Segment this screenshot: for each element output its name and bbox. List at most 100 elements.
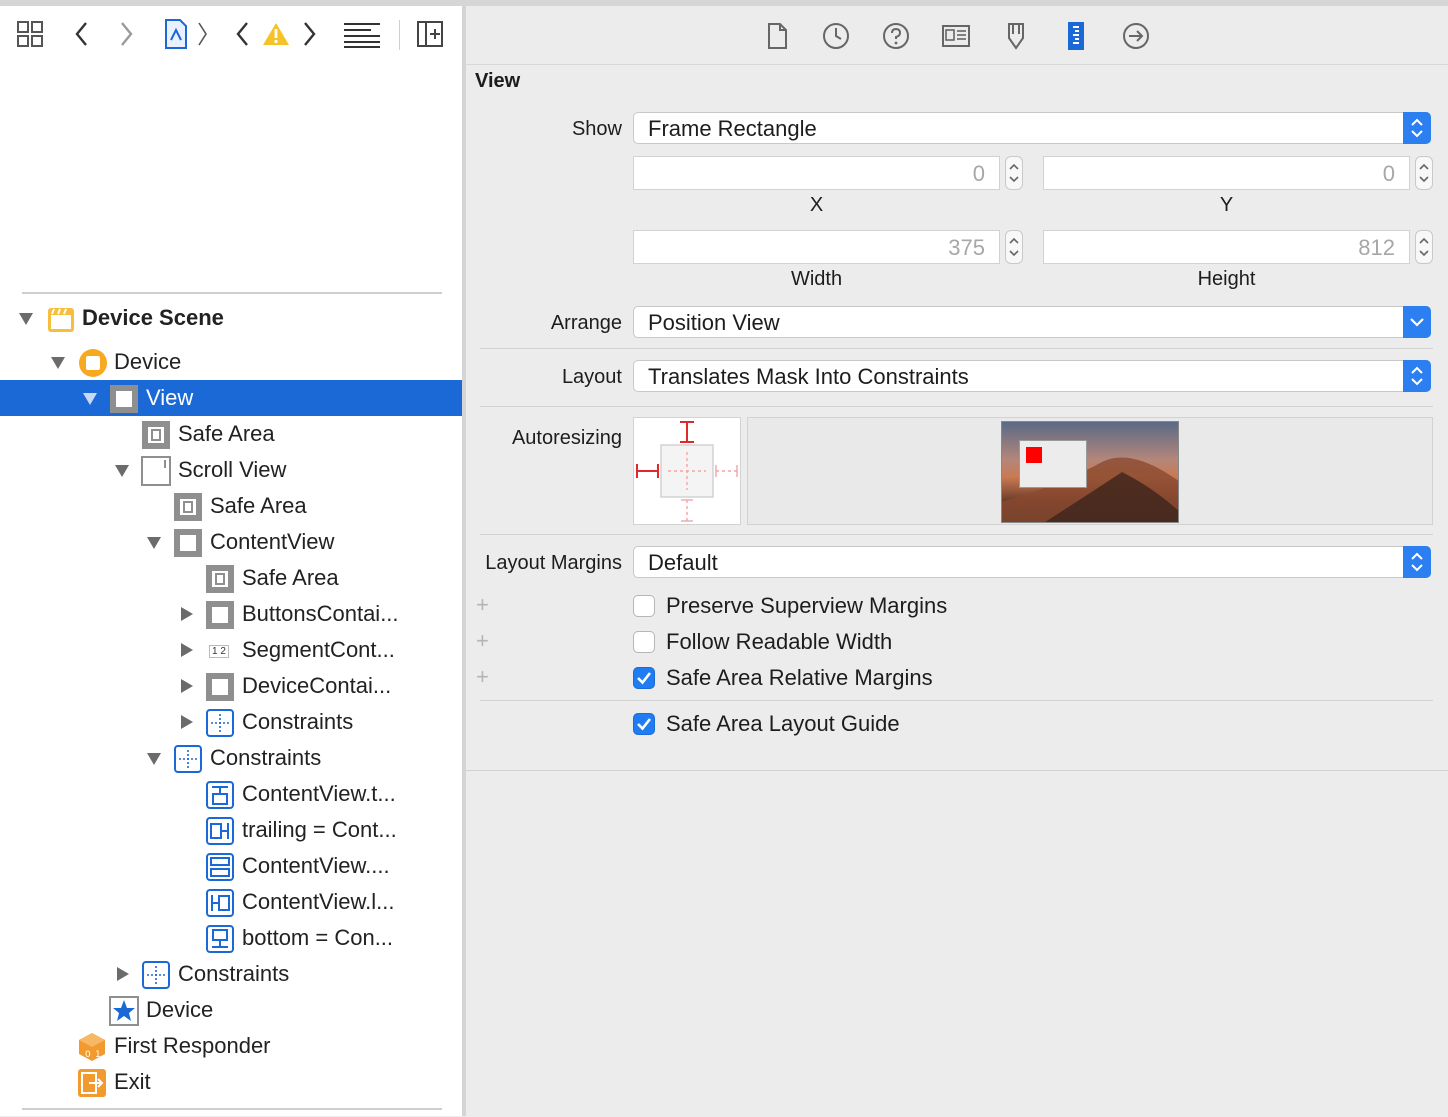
history-icon[interactable] [820,20,852,52]
layout-popup[interactable]: Translates Mask Into Constraints [633,360,1431,392]
layout-margins-popup[interactable]: Default [633,546,1431,578]
connections-icon[interactable] [1120,20,1152,52]
outline-row-buttons-container[interactable]: ButtonsContai... [0,596,462,632]
breadcrumb-chevron-icon [194,18,210,50]
outline-row-constraints[interactable]: Constraints [0,956,462,992]
outline-row-constraint[interactable]: ContentView.t... [0,776,462,812]
view-icon [174,529,202,557]
disclosure-closed-icon[interactable] [178,642,194,658]
outline-row-constraint[interactable]: trailing = Cont... [0,812,462,848]
preserve-superview-margins-label: Preserve Superview Margins [666,593,948,618]
exit-icon [78,1069,106,1097]
y-field[interactable]: 0 [1043,156,1410,190]
disclosure-open-icon[interactable] [114,462,130,478]
outline-row-safe-area[interactable]: Safe Area [0,488,462,524]
layout-label: Layout [561,366,622,388]
lines-icon[interactable] [342,18,382,50]
outline-label: Safe Area [210,493,307,518]
y-stepper[interactable] [1415,156,1433,190]
svg-text:1: 1 [95,1050,101,1060]
outline-label: Constraints [210,745,322,770]
outline-row-constraint[interactable]: bottom = Con... [0,920,462,956]
x-stepper[interactable] [1005,156,1023,190]
forward-chevron-icon[interactable] [114,18,138,50]
height-field[interactable]: 812 [1043,230,1410,264]
issue-back-icon[interactable] [232,18,254,50]
height-stepper[interactable] [1415,230,1433,264]
outline-row-content-view[interactable]: ContentView [0,524,462,560]
safe-area-layout-guide-checkbox[interactable] [633,713,655,735]
safe-area-relative-margins-checkbox[interactable] [633,667,655,689]
disclosure-closed-icon[interactable] [114,966,130,982]
back-chevron-icon[interactable] [70,18,94,50]
first-responder-icon: 01 [79,1033,105,1061]
disclosure-open-icon[interactable] [50,354,66,370]
plus-icon[interactable]: + [476,666,489,688]
show-popup[interactable]: Frame Rectangle [633,112,1431,144]
width-field[interactable]: 375 [633,230,1000,264]
issue-forward-icon[interactable] [298,18,320,50]
view-icon [206,601,234,629]
disclosure-open-icon[interactable] [18,310,34,326]
outline-row-safe-area[interactable]: Safe Area [0,560,462,596]
preserve-superview-margins-checkbox[interactable] [633,595,655,617]
outline-row-constraints[interactable]: Constraints [0,740,462,776]
autoresizing-mask-editor[interactable] [633,417,741,525]
height-caption: Height [1197,268,1256,290]
file-inspector-icon[interactable] [761,20,793,52]
outline-row-constraint[interactable]: ContentView.... [0,848,462,884]
outline-row-device-scene[interactable]: Device Scene [0,300,462,336]
disclosure-open-icon[interactable] [146,750,162,766]
disclosure-closed-icon[interactable] [178,678,194,694]
size-inspector-icon[interactable] [1060,20,1092,52]
help-icon[interactable] [880,20,912,52]
disclosure-closed-icon[interactable] [178,606,194,622]
arrange-popup[interactable]: Position View [633,306,1431,338]
grid-icon[interactable] [14,18,46,50]
x-value: 0 [972,161,985,186]
outline-row-constraint[interactable]: ContentView.l... [0,884,462,920]
popup-arrows-icon [1403,360,1431,392]
autoresizing-struts-icon[interactable] [634,418,740,524]
follow-readable-width-checkbox[interactable] [633,631,655,653]
constraints-icon [142,961,170,989]
section-title: View [475,70,521,92]
disclosure-open-icon[interactable] [146,534,162,550]
popup-arrows-icon [1403,112,1431,144]
popup-arrows-icon [1403,546,1431,578]
add-editor-icon[interactable] [414,18,446,50]
outline-label: View [146,385,194,410]
checkmark-icon [637,718,652,731]
outline-row-device-container[interactable]: DeviceContai... [0,668,462,704]
plus-icon[interactable]: + [476,594,489,616]
outline-label: Device Scene [82,305,224,330]
star-icon [109,996,139,1026]
outline-label: ContentView [210,529,335,554]
warning-icon[interactable] [262,18,290,50]
disclosure-open-icon[interactable] [82,390,98,406]
outline-row-device[interactable]: Device [0,344,462,380]
outline-row-exit[interactable]: Exit [0,1064,462,1100]
segmented-control-icon: 1 2 [203,636,235,666]
outline-label: bottom = Con... [242,925,394,950]
outline-row-view[interactable]: View [0,380,462,416]
outline-row-device-tab-item[interactable]: Device [0,992,462,1028]
attributes-icon[interactable] [1000,20,1032,52]
outline-row-segment-control[interactable]: 1 2 SegmentCont... [0,632,462,668]
scroll-view-icon [141,456,171,486]
outline-row-first-responder[interactable]: 01 First Responder [0,1028,462,1064]
width-stepper[interactable] [1005,230,1023,264]
checkmark-icon [637,672,652,685]
disclosure-closed-icon[interactable] [178,714,194,730]
outline-row-safe-area[interactable]: Safe Area [0,416,462,452]
outline-label: ContentView.t... [242,781,396,806]
identity-icon[interactable] [940,20,972,52]
x-field[interactable]: 0 [633,156,1000,190]
show-value: Frame Rectangle [648,116,817,141]
plus-icon[interactable]: + [476,630,489,652]
outline-label: DeviceContai... [242,673,392,698]
file-icon[interactable] [162,18,190,50]
outline-row-constraints[interactable]: Constraints [0,704,462,740]
y-caption: Y [1219,194,1234,216]
outline-row-scroll-view[interactable]: Scroll View [0,452,462,488]
